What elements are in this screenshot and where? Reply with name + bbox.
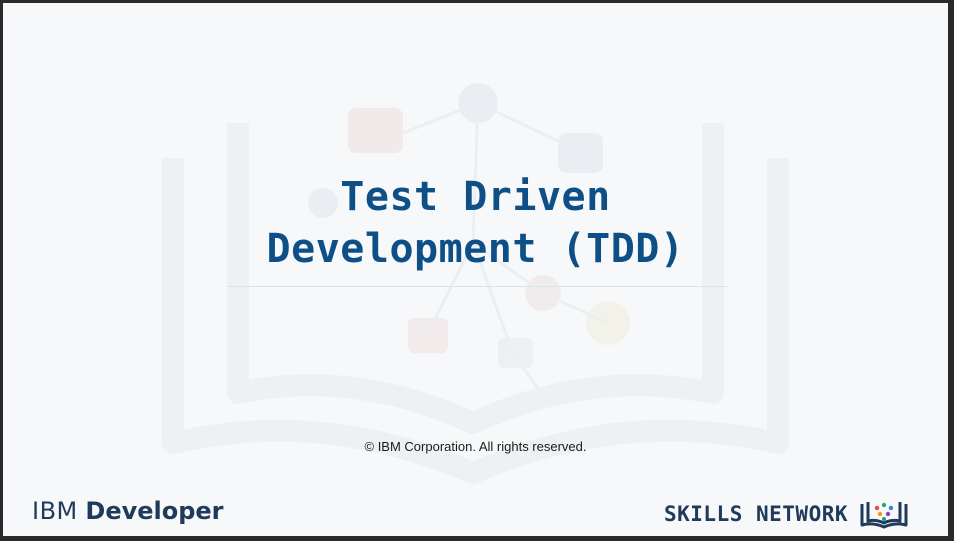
developer-logo-text: Developer bbox=[85, 497, 224, 525]
slide-title: Test Driven Development (TDD) bbox=[133, 171, 818, 275]
ibm-developer-logo: IBM Developer bbox=[32, 497, 224, 525]
skills-network-book-icon bbox=[860, 502, 908, 529]
ibm-logo-text: IBM bbox=[32, 497, 78, 525]
title-line-1: Test Driven bbox=[340, 174, 611, 220]
title-line-2: Development (TDD) bbox=[266, 226, 685, 272]
skills-network-logo: SKILLS NETWORK bbox=[664, 499, 910, 529]
title-divider bbox=[228, 286, 728, 287]
slide: Test Driven Development (TDD) © IBM Corp… bbox=[3, 3, 948, 536]
skills-network-text: SKILLS NETWORK bbox=[664, 502, 849, 526]
copyright-text: © IBM Corporation. All rights reserved. bbox=[364, 439, 587, 454]
